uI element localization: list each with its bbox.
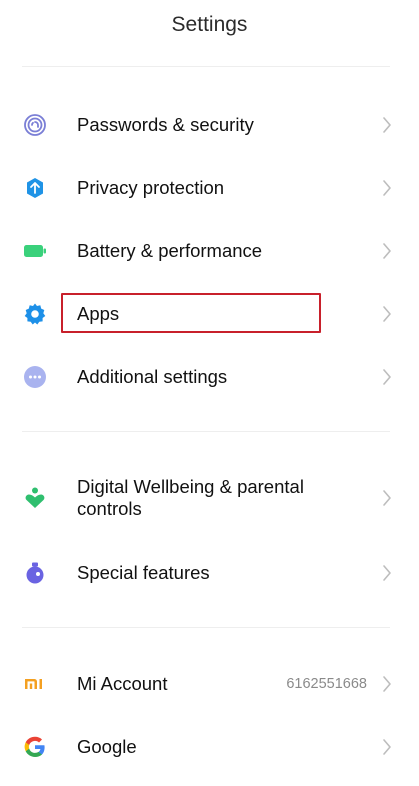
settings-item-label: Privacy protection — [77, 177, 225, 198]
settings-item-label: Digital Wellbeing & parental controls — [77, 476, 304, 519]
wellbeing-icon — [23, 486, 47, 510]
fingerprint-icon — [23, 113, 47, 137]
settings-item-label: Battery & performance — [77, 240, 263, 261]
gear-icon — [23, 302, 47, 326]
section-divider — [22, 431, 390, 432]
settings-item-label: Passwords & security — [77, 114, 254, 135]
settings-item-additional-settings[interactable]: Additional settings — [0, 350, 419, 404]
chevron-right-icon — [382, 305, 392, 323]
more-dots-icon — [23, 365, 47, 389]
chevron-right-icon — [382, 489, 392, 507]
apps-highlight-box — [61, 293, 321, 333]
settings-item-special-features[interactable]: Special features — [0, 546, 419, 600]
settings-item-mi-account[interactable]: Mi Account 6162551668 — [0, 657, 419, 711]
battery-icon — [23, 239, 47, 263]
section-divider — [22, 627, 390, 628]
settings-item-battery-performance[interactable]: Battery & performance — [0, 224, 419, 278]
settings-item-privacy-protection[interactable]: Privacy protection — [0, 161, 419, 215]
settings-item-label: Mi Account — [77, 673, 168, 694]
settings-item-passwords-security[interactable]: Passwords & security — [0, 98, 419, 152]
mi-account-id: 6162551668 — [286, 676, 367, 692]
top-divider — [22, 66, 390, 67]
settings-item-label: Special features — [77, 562, 210, 583]
chevron-right-icon — [382, 738, 392, 756]
chevron-right-icon — [382, 179, 392, 197]
settings-item-google[interactable]: Google — [0, 720, 419, 774]
settings-item-digital-wellbeing[interactable]: Digital Wellbeing & parental controls — [0, 466, 419, 530]
settings-item-label: Additional settings — [77, 366, 228, 387]
mi-logo-icon — [23, 672, 47, 696]
chevron-right-icon — [382, 242, 392, 260]
chevron-right-icon — [382, 368, 392, 386]
chevron-right-icon — [382, 564, 392, 582]
chevron-right-icon — [382, 116, 392, 134]
page-title: Settings — [171, 13, 248, 36]
privacy-shield-icon — [23, 176, 47, 200]
settings-item-label: Google — [77, 736, 137, 757]
potion-icon — [23, 561, 47, 585]
google-icon — [23, 735, 47, 759]
chevron-right-icon — [382, 675, 392, 693]
